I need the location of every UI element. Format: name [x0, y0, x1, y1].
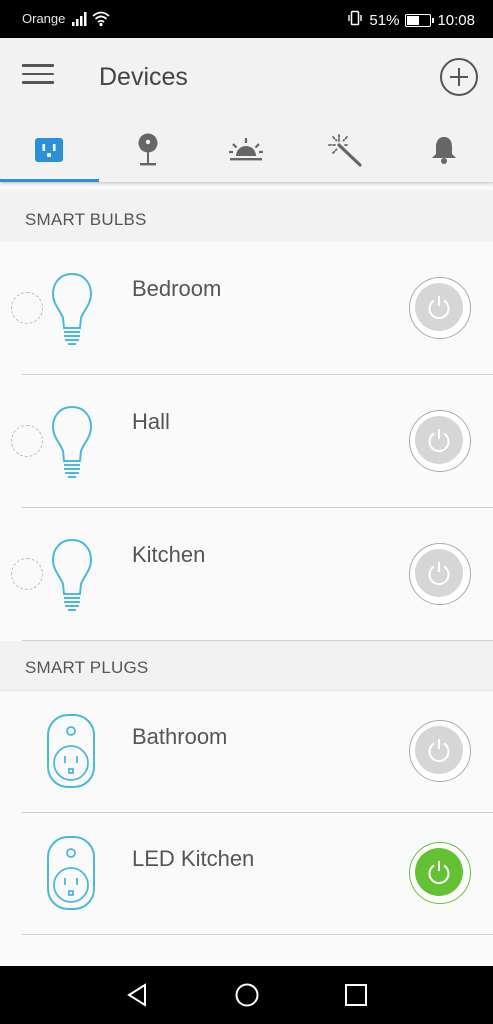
smart-plug-icon [47, 836, 95, 910]
power-toggle-button[interactable] [409, 410, 471, 472]
smart-plug-icon [35, 138, 64, 162]
wifi-icon [92, 11, 110, 32]
power-toggle-button[interactable] [409, 277, 471, 339]
device-row-kitchen[interactable]: Kitchen [0, 508, 493, 641]
tab-cameras[interactable] [99, 118, 198, 182]
status-bar: Orange 51% 10:08 [0, 0, 493, 38]
power-icon [415, 549, 463, 597]
section-header-smart-plugs: SMART PLUGS [0, 641, 493, 691]
magic-wand-icon [328, 134, 362, 167]
device-row-bathroom[interactable]: Bathroom [0, 691, 493, 813]
select-circle[interactable] [11, 292, 43, 324]
power-icon [415, 726, 463, 774]
recents-icon[interactable] [342, 981, 370, 1009]
smart-plug-icon [47, 714, 95, 788]
power-icon [415, 416, 463, 464]
light-bulb-icon [51, 272, 93, 345]
battery-percent: 51% [369, 11, 400, 29]
signal-icon [72, 12, 88, 31]
power-icon [415, 283, 463, 331]
power-toggle-button[interactable] [409, 842, 471, 904]
select-circle[interactable] [11, 558, 43, 590]
light-bulb-icon [51, 538, 93, 611]
device-name: Bedroom [132, 276, 222, 301]
page-title: Devices [99, 63, 188, 91]
device-name: Hall [132, 409, 170, 434]
tab-notifications[interactable] [394, 118, 493, 182]
power-toggle-button[interactable] [409, 720, 471, 782]
section-header-smart-bulbs: SMART BULBS [0, 190, 493, 248]
device-name: Bathroom [132, 724, 228, 749]
category-tabs [0, 118, 493, 182]
hamburger-menu-icon[interactable] [22, 64, 54, 92]
section-title: SMART BULBS [25, 210, 147, 229]
device-name: LED Kitchen [132, 846, 255, 871]
select-circle[interactable] [11, 425, 43, 457]
system-nav-bar [0, 966, 493, 1024]
device-row-bedroom[interactable]: Bedroom [0, 242, 493, 375]
battery-icon [405, 13, 435, 27]
sunrise-icon [229, 138, 264, 161]
camera-icon [138, 133, 158, 166]
clock: 10:08 [437, 11, 475, 29]
power-icon [415, 848, 463, 896]
power-toggle-button[interactable] [409, 543, 471, 605]
row-divider [22, 933, 493, 935]
bell-icon [431, 137, 456, 164]
light-bulb-icon [51, 405, 93, 478]
app-bar: Devices [0, 38, 493, 118]
device-row-led-kitchen[interactable]: LED Kitchen [0, 813, 493, 935]
vibrate-icon [347, 10, 363, 30]
tab-devices[interactable] [0, 118, 99, 182]
back-icon[interactable] [124, 981, 152, 1009]
section-title: SMART PLUGS [25, 658, 149, 677]
home-icon[interactable] [233, 981, 261, 1009]
devices-screen: Orange 51% 10:08 Devices SMART BULBS Bed… [0, 0, 493, 1024]
carrier-name: Orange [22, 11, 66, 26]
tab-scenes[interactable] [296, 118, 395, 182]
add-device-button[interactable] [440, 58, 478, 96]
device-name: Kitchen [132, 542, 206, 567]
device-row-hall[interactable]: Hall [0, 375, 493, 508]
tab-schedules[interactable] [197, 118, 296, 182]
